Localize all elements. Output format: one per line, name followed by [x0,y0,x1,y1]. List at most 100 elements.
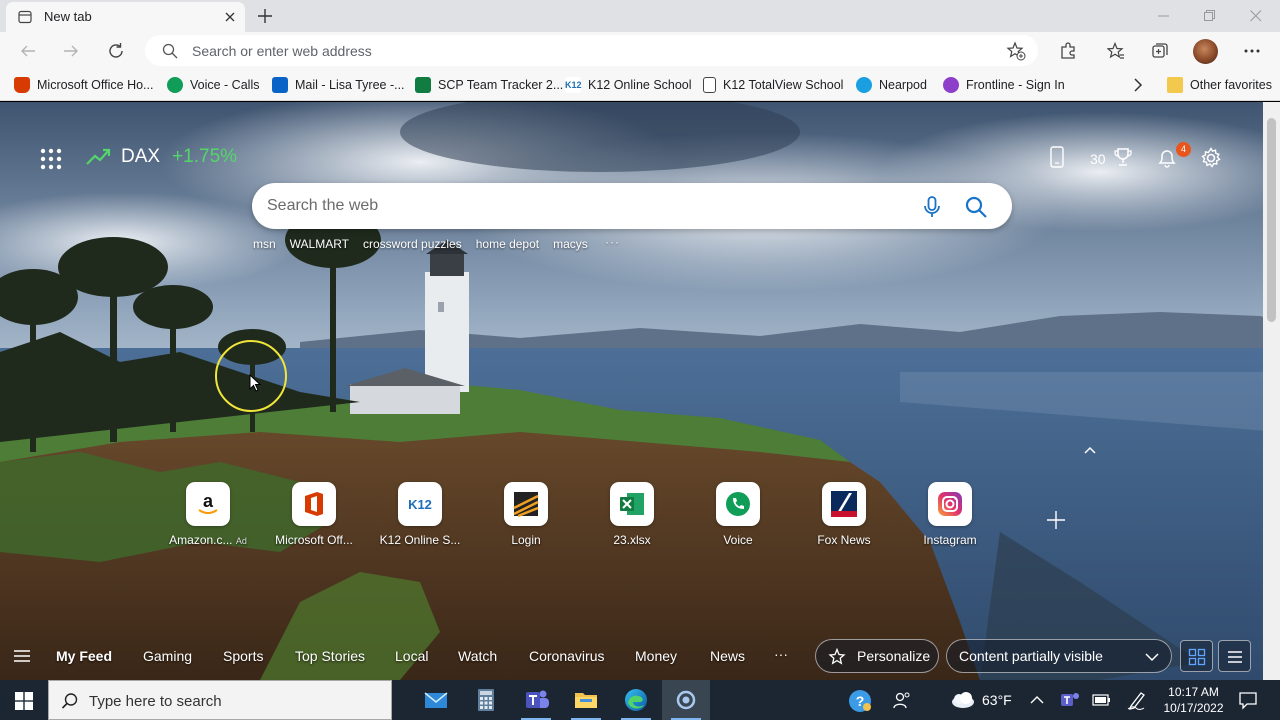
search-icon[interactable] [963,194,989,220]
refresh-icon [109,43,123,58]
quick-link-label: Instagram [923,533,977,547]
quick-link-amazon[interactable]: a Amazon.c... Ad [158,481,258,551]
trending-search-item[interactable]: msn [253,237,276,251]
pen-ink-icon[interactable] [1127,690,1147,710]
page-scrollbar[interactable] [1263,102,1280,680]
rewards-points[interactable]: 30 [1090,151,1106,167]
notification-badge: 4 [1176,142,1191,157]
system-clock[interactable]: 10:17 AM 10/17/2022 [1156,684,1231,716]
help-icon[interactable]: ? [848,689,872,713]
address-bar[interactable] [145,35,1038,66]
clock-date: 10/17/2022 [1163,701,1224,715]
quick-link-k12[interactable]: K12 K12 Online S... [370,481,470,551]
feed-tab-watch[interactable]: Watch [458,648,497,664]
stock-ticker[interactable]: DAX +1.75% [86,146,237,168]
mouse-pointer-icon [249,374,261,392]
favorite-item[interactable]: Nearpod [856,75,927,95]
feed-more-button[interactable]: ··· [774,646,788,662]
favorites-star-icon [1107,42,1124,59]
taskbar-mail-app[interactable] [412,680,460,720]
favorite-item[interactable]: Microsoft Office Ho... [14,75,153,95]
quick-link-login[interactable]: Login [476,481,576,551]
notifications-bell-icon[interactable] [1157,147,1177,169]
new-tab-page-icon [18,10,32,24]
restore-button[interactable] [1187,0,1233,32]
battery-icon[interactable] [1092,693,1112,707]
profile-avatar[interactable] [1193,39,1218,64]
taskbar-search-input[interactable] [89,691,379,711]
close-window-button[interactable] [1233,0,1279,32]
forward-button[interactable] [57,37,85,65]
other-favorites[interactable]: Other favorites [1167,75,1272,95]
back-button[interactable] [14,37,42,65]
quick-link-instagram[interactable]: Instagram [900,481,1000,551]
weather-cloud-icon[interactable] [948,690,976,710]
favorite-item[interactable]: K12 K12 Online School [565,75,692,95]
web-search-box[interactable] [252,183,1012,229]
feed-tab-money[interactable]: Money [635,648,677,664]
favorite-item[interactable]: Mail - Lisa Tyree -... [272,75,405,95]
mobile-phone-icon[interactable] [1050,146,1064,168]
add-favorite-icon[interactable] [1006,41,1026,61]
back-arrow-icon [21,45,35,57]
taskbar-cortana-app[interactable] [662,680,710,720]
favorite-item[interactable]: Frontline - Sign In [943,75,1065,95]
taskbar-teams-app[interactable] [512,680,560,720]
quick-link-fox-news[interactable]: Fox News [794,481,894,551]
collections-button[interactable] [1146,37,1174,65]
rewards-trophy-icon[interactable] [1113,147,1133,167]
quick-link-microsoft-office[interactable]: Microsoft Off... [264,481,364,551]
close-tab-icon[interactable] [221,8,239,26]
chevron-up-icon[interactable] [1081,444,1099,458]
favorite-item[interactable]: K12 TotalView School [703,75,843,95]
microphone-icon[interactable] [920,195,944,219]
new-tab-button[interactable] [254,5,276,27]
feed-tab-coronavirus[interactable]: Coronavirus [529,648,604,664]
address-input[interactable] [192,40,972,61]
refresh-button[interactable] [102,37,130,65]
content-visibility-dropdown[interactable]: Content partially visible [946,639,1172,673]
feed-tab-local[interactable]: Local [395,648,428,664]
quick-link-voice[interactable]: Voice [688,481,788,551]
feed-tab-my-feed[interactable]: My Feed [56,648,112,664]
trending-more-button[interactable]: ··· [605,235,620,249]
favorite-item[interactable]: SCP Team Tracker 2... [415,75,563,95]
people-icon[interactable] [892,691,912,711]
trending-search-item[interactable]: crossword puzzles [363,237,462,251]
edge-browser-icon [625,689,647,711]
trending-search-item[interactable]: WALMART [290,237,349,251]
start-button[interactable] [0,680,48,720]
chevron-right-icon[interactable] [1131,77,1145,93]
list-view-button[interactable] [1218,640,1251,672]
scrollbar-thumb[interactable] [1267,118,1276,322]
feed-tab-sports[interactable]: Sports [223,648,263,664]
taskbar-search-box[interactable] [48,680,392,720]
favorites-button[interactable] [1102,37,1130,65]
taskbar-file-explorer-app[interactable] [562,680,610,720]
gear-icon[interactable] [1200,147,1222,169]
extensions-button[interactable] [1054,37,1082,65]
web-search-input[interactable] [267,195,887,217]
personalize-button[interactable]: Personalize [815,639,939,673]
teams-tray-icon[interactable] [1060,691,1080,709]
trending-search-item[interactable]: macys [553,237,588,251]
chevron-up-icon[interactable] [1029,694,1045,706]
settings-more-button[interactable] [1238,37,1266,65]
quick-link-label: 23.xlsx [613,533,651,547]
favorite-item[interactable]: Voice - Calls [167,75,259,95]
app-launcher-icon[interactable] [40,148,62,170]
feed-tab-gaming[interactable]: Gaming [143,648,192,664]
feed-tab-news[interactable]: News [710,648,745,664]
trending-search-item[interactable]: home depot [476,237,539,251]
action-center-icon[interactable] [1238,690,1258,710]
add-quick-link-icon[interactable] [1045,509,1067,531]
taskbar-calculator-app[interactable] [462,680,510,720]
tab-new-tab[interactable]: New tab [6,2,245,32]
taskbar-edge-app[interactable] [612,680,660,720]
grid-view-button[interactable] [1180,640,1213,672]
weather-temperature[interactable]: 63°F [982,692,1012,708]
quick-link-23-xlsx[interactable]: 23.xlsx [582,481,682,551]
feed-tab-top-stories[interactable]: Top Stories [295,648,365,664]
minimize-button[interactable] [1141,0,1187,32]
hamburger-menu-icon[interactable] [12,647,32,665]
